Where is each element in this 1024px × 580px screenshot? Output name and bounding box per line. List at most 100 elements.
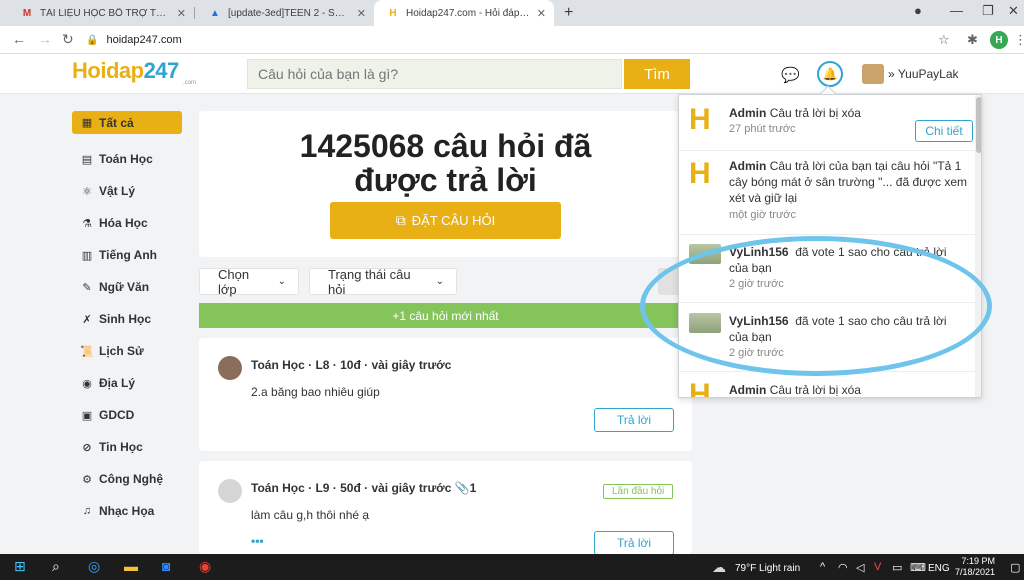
- forward-icon[interactable]: →: [38, 31, 52, 47]
- weather-icon: ☁: [712, 559, 726, 575]
- lock-icon: 🔒: [86, 34, 99, 46]
- close-icon[interactable]: ✕: [537, 7, 546, 20]
- notification-text: Admin Câu trả lời của bạn tại câu hỏi "T…: [729, 158, 969, 206]
- reload-icon[interactable]: ↻: [62, 31, 74, 48]
- sidebar-item-label: Tin Học: [99, 440, 143, 454]
- site-logo[interactable]: Hoidap247: [72, 58, 179, 84]
- notification-item[interactable]: VyLinh156 đã vote 1 sao cho câu trả lời …: [679, 303, 975, 372]
- sidebar-item-physics[interactable]: ⚛ Vật Lý: [72, 175, 182, 207]
- notification-user: Admin: [729, 106, 767, 120]
- new-tab-icon[interactable]: +: [564, 4, 573, 22]
- user-avatar[interactable]: [862, 64, 884, 84]
- sidebar-item-biology[interactable]: ✗ Sinh Học: [72, 303, 182, 335]
- window-close-icon[interactable]: ✕: [1008, 3, 1019, 19]
- sidebar-item-geography[interactable]: ◉ Địa Lý: [72, 367, 182, 399]
- volume-icon[interactable]: ◁: [856, 561, 864, 574]
- sidebar-item-literature[interactable]: ✎ Ngữ Văn: [72, 271, 182, 303]
- ask-question-label: ĐẶT CÂU HỎI: [411, 213, 496, 228]
- maximize-icon[interactable]: ❐: [982, 3, 994, 19]
- sidebar-item-technology[interactable]: ⚙ Công Nghệ: [72, 463, 182, 495]
- sidebar-item-label: Lịch Sử: [99, 344, 144, 358]
- class-filter-label: Chọn lớp: [218, 266, 250, 297]
- more-icon[interactable]: •••: [251, 534, 264, 548]
- sidebar-item-all[interactable]: ▦ Tất cả: [72, 111, 182, 134]
- new-question-bar[interactable]: +1 câu hỏi mới nhất: [199, 303, 692, 328]
- username-text: YuuPayLak: [897, 67, 959, 81]
- wifi-icon[interactable]: ◠: [838, 561, 848, 574]
- keyboard-icon[interactable]: ⌨: [910, 561, 926, 574]
- sidebar-item-label: Tiếng Anh: [99, 248, 157, 262]
- back-icon[interactable]: ←: [12, 31, 26, 47]
- search-icon[interactable]: ⌕: [52, 558, 60, 575]
- battery-icon[interactable]: ▭: [892, 561, 902, 574]
- weather-text[interactable]: 79°F Light rain: [735, 563, 800, 574]
- flask-icon: ⚗: [82, 217, 92, 230]
- reply-button[interactable]: Trả lời: [594, 408, 674, 432]
- sidebar-item-label: Toán Học: [99, 152, 153, 166]
- extensions-icon[interactable]: ✱: [967, 32, 978, 48]
- attachment-count: 1: [469, 481, 477, 495]
- avatar[interactable]: [218, 356, 242, 380]
- chat-icon[interactable]: 💬: [781, 66, 800, 84]
- atom-icon: ⚛: [82, 185, 92, 198]
- bell-icon[interactable]: 🔔: [817, 61, 843, 87]
- sidebar-item-informatics[interactable]: ⊘ Tin Học: [72, 431, 182, 463]
- status-filter-label: Trạng thái câu hỏi: [328, 266, 411, 297]
- notification-message: Câu trả lời bị xóa: [769, 106, 861, 120]
- notification-item[interactable]: VyLinh156 đã vote 1 sao cho câu trả lời …: [679, 235, 975, 303]
- tab-hoidap[interactable]: H Hoidap247.com - Hỏi đáp bài tập ✕: [374, 0, 554, 26]
- globe-icon: ◉: [82, 377, 92, 390]
- sidebar-item-label: GDCD: [99, 408, 135, 422]
- sidebar-item-label: Ngữ Văn: [99, 280, 150, 294]
- chrome-icon[interactable]: ◉: [199, 558, 211, 575]
- file-explorer-icon[interactable]: ▬: [124, 558, 138, 574]
- tab-gmail[interactable]: M TÀI LIỆU HỌC BỔ TRỢ TEEN 2 - A ✕: [8, 0, 194, 26]
- search-button[interactable]: Tìm: [624, 59, 690, 89]
- username[interactable]: » YuuPayLak: [888, 67, 959, 81]
- class-filter-select[interactable]: Chọn lớp ⌄: [199, 266, 299, 297]
- gear-icon: ⚙: [82, 473, 92, 486]
- antivirus-icon[interactable]: V: [874, 561, 881, 573]
- bookmark-star-icon[interactable]: ☆: [938, 32, 950, 48]
- sidebar-item-english[interactable]: ▥ Tiếng Anh: [72, 239, 182, 271]
- tray-chevron-icon[interactable]: ^: [820, 561, 825, 573]
- sidebar-item-civics[interactable]: ▣ GDCD: [72, 399, 182, 431]
- close-icon[interactable]: ✕: [177, 7, 186, 20]
- ask-question-button[interactable]: ⧉ ĐẶT CÂU HỎI: [330, 202, 561, 239]
- tab-search-icon[interactable]: ●: [914, 3, 922, 18]
- url-field[interactable]: 🔒 hoidap247.com: [86, 29, 956, 51]
- scrollbar-thumb[interactable]: [976, 97, 981, 153]
- question-card: Toán Học · L8 · 10đ · vài giây trước 2.a…: [199, 338, 692, 451]
- menu-icon[interactable]: ⋮: [1014, 32, 1024, 48]
- windows-start-icon[interactable]: ⊞: [14, 558, 26, 575]
- language-indicator[interactable]: ENG: [928, 563, 950, 574]
- hero-line-2: được trả lời: [354, 162, 537, 198]
- notification-item[interactable]: H Admin Câu trả lời của bạn tại câu hỏi …: [679, 151, 975, 235]
- system-clock[interactable]: 7:19 PM 7/18/2021: [955, 556, 995, 578]
- minimize-icon[interactable]: —: [950, 3, 963, 18]
- chevron-down-icon: »: [888, 67, 895, 81]
- address-bar: ← → ↻ 🔒 hoidap247.com ☆ ✱ H ⋮: [0, 26, 1024, 54]
- question-text[interactable]: làm câu g,h thôi nhé ạ: [251, 508, 369, 522]
- notification-time: 27 phút trước: [729, 123, 796, 135]
- zoom-icon[interactable]: ◙: [162, 558, 170, 574]
- search-input[interactable]: [247, 59, 622, 89]
- answered-count-title: 1425068 câu hỏi đã được trả lời: [199, 129, 692, 197]
- notification-item[interactable]: H Admin Câu trả lời bị xóa: [679, 372, 975, 398]
- detail-button[interactable]: Chi tiết: [915, 120, 973, 142]
- question-text[interactable]: 2.a băng bao nhiêu giúp: [251, 385, 380, 399]
- edge-icon[interactable]: ◎: [88, 558, 100, 575]
- notification-center-icon[interactable]: ▢: [1010, 561, 1020, 574]
- sidebar-item-history[interactable]: 📜 Lịch Sử: [72, 335, 182, 367]
- profile-avatar[interactable]: H: [990, 31, 1008, 49]
- sidebar-item-music-art[interactable]: ♫ Nhạc Họa: [72, 495, 182, 527]
- sidebar-item-math[interactable]: ▤ Toán Học: [72, 143, 182, 175]
- status-filter-select[interactable]: Trạng thái câu hỏi ⌄: [309, 266, 457, 297]
- notification-item[interactable]: H Admin Câu trả lời bị xóa 27 phút trước…: [679, 95, 975, 151]
- close-icon[interactable]: ✕: [357, 7, 366, 20]
- tab-drive[interactable]: ▲ [update-3ed]TEEN 2 - STUDENT ✕: [196, 0, 374, 26]
- avatar[interactable]: [218, 479, 242, 503]
- sidebar-item-chemistry[interactable]: ⚗ Hóa Học: [72, 207, 182, 239]
- reply-button[interactable]: Trả lời: [594, 531, 674, 555]
- drive-icon: ▲: [210, 7, 220, 19]
